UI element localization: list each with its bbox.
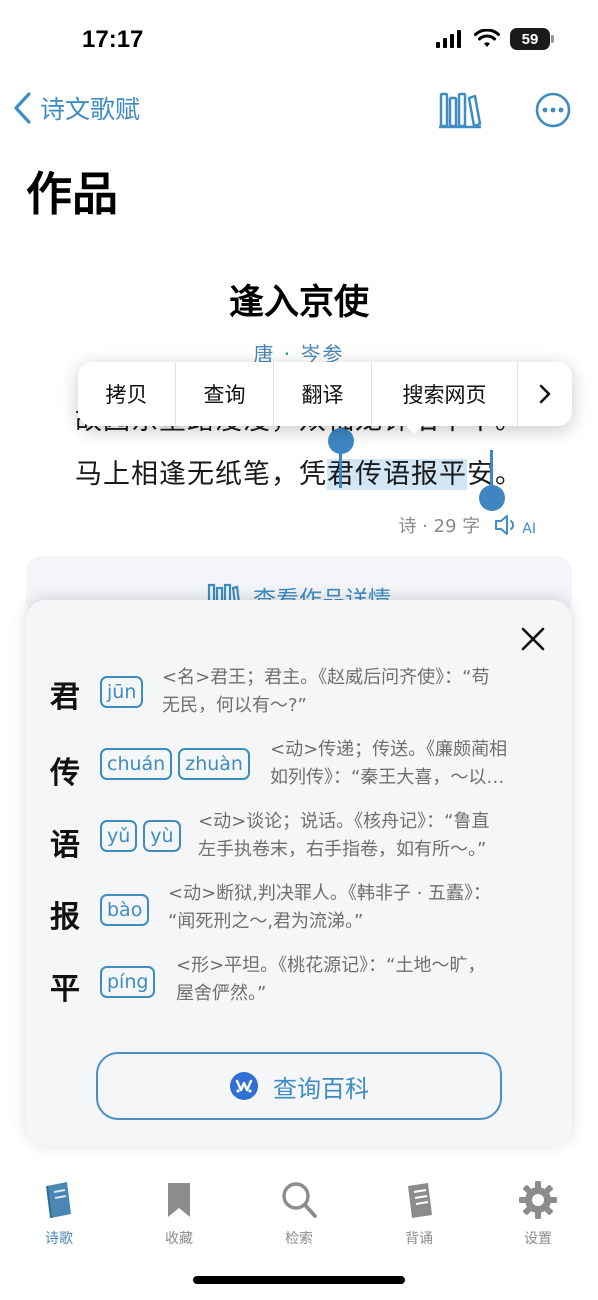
wiki-lookup-label: 查询百科	[273, 1074, 369, 1103]
menu-item-translate[interactable]: 翻译	[274, 362, 372, 426]
nav-bar: 诗文歌赋	[0, 86, 598, 136]
tab-label: 设置	[524, 1231, 552, 1247]
close-icon[interactable]	[518, 624, 548, 654]
tab-favorites[interactable]: 收藏	[139, 1180, 219, 1248]
ai-label: AI	[522, 521, 536, 537]
library-icon[interactable]	[438, 90, 482, 130]
tab-label: 检索	[285, 1231, 313, 1247]
pinyin-list: jūn	[100, 676, 144, 708]
chevron-right-icon	[539, 384, 551, 404]
poem-title: 逢入京使	[228, 283, 369, 323]
tab-settings[interactable]: 设置	[498, 1180, 578, 1248]
entry-char: 传	[50, 756, 80, 791]
selection-end-bar	[490, 450, 493, 488]
bookmark-icon	[168, 1183, 190, 1217]
poem-line-2[interactable]: 马上相逢无纸笔，凭君传语报平安。	[0, 452, 598, 491]
tab-search[interactable]: 检索	[259, 1180, 339, 1248]
nav-actions	[438, 90, 572, 130]
audio-ai-button[interactable]: AI	[494, 513, 536, 537]
menu-item-copy[interactable]: 拷贝	[78, 362, 176, 426]
menu-item-lookup[interactable]: 查询	[176, 362, 274, 426]
entry-char: 平	[50, 972, 80, 1007]
context-menu: 拷贝 查询 翻译 搜索网页	[78, 362, 572, 426]
poetry-book-icon	[46, 1182, 71, 1219]
tab-poetry[interactable]: 诗歌	[19, 1180, 99, 1248]
wiki-lookup-button[interactable]: 查询百科	[96, 1052, 502, 1120]
speaker-icon	[495, 515, 515, 535]
text-selection[interactable]: 君传语报平	[327, 459, 467, 490]
wifi-icon	[474, 29, 500, 47]
entry-char: 语	[50, 828, 80, 863]
pinyin-list: chuán zhuàn	[100, 748, 250, 780]
pinyin-tag[interactable]: chuán	[100, 748, 173, 780]
tab-bar: 诗歌 收藏 检索 背诵 设置	[0, 1168, 598, 1258]
search-icon	[282, 1182, 317, 1218]
status-bar: 17:17 59	[0, 0, 598, 80]
status-time: 17:17	[82, 26, 144, 53]
pinyin-tag[interactable]: yǔ	[100, 820, 138, 852]
pinyin-tag[interactable]: zhuàn	[178, 748, 250, 780]
pinyin-list: píng	[100, 966, 156, 998]
tab-recite[interactable]: 背诵	[379, 1180, 459, 1248]
page-title: 作品	[26, 167, 118, 221]
context-menu-notch	[404, 424, 424, 434]
selection-start-bar	[339, 448, 342, 488]
battery-indicator: 59	[510, 28, 554, 50]
signal-icon	[436, 30, 461, 48]
entry-definition: <名>君王；君主。《赵威后问齐使》：“苟 无民，何以有～?”	[162, 667, 490, 716]
back-label: 诗文歌赋	[40, 95, 141, 124]
entry-definition: <形>平坦。《桃花源记》：“土地～旷， 屋舍俨然。”	[176, 955, 486, 1004]
wiki-logo-icon	[230, 1072, 258, 1100]
pinyin-list: bào	[100, 894, 150, 926]
tab-label: 收藏	[165, 1231, 193, 1247]
pinyin-list: yǔ yù	[100, 820, 181, 852]
dictionary-popup: 君 jūn <名>君王；君主。《赵威后问齐使》：“苟 无民，何以有～?” 传 c…	[26, 600, 572, 1146]
more-options-icon[interactable]	[534, 91, 572, 129]
poem-meta-text: 诗 · 29 字	[398, 516, 481, 537]
entry-definition: <动>谈论；说话。《核舟记》：“鲁直 左手执卷末，右手指卷，如有所～。”	[198, 811, 490, 860]
tab-label: 诗歌	[45, 1231, 73, 1247]
poem-meta: 诗 · 29 字 AI	[398, 512, 536, 538]
chevron-left-icon	[14, 92, 31, 124]
pinyin-tag[interactable]: bào	[100, 894, 150, 926]
home-indicator[interactable]	[193, 1276, 405, 1284]
menu-item-search-web[interactable]: 搜索网页	[372, 362, 518, 426]
entry-definition: <动>断狱,判决罪人。《韩非子 · 五蠹》： “闻死刑之～,君为流涕。”	[168, 883, 492, 932]
status-icons: 59	[436, 28, 554, 50]
entry-char: 君	[50, 680, 80, 715]
entry-char: 报	[50, 900, 80, 935]
menu-more-button[interactable]	[518, 362, 572, 426]
pinyin-tag[interactable]: yù	[143, 820, 181, 852]
poem-line-2-pre: 马上相逢无纸笔，凭	[75, 459, 327, 490]
pinyin-tag[interactable]: jūn	[100, 676, 144, 708]
back-button[interactable]: 诗文歌赋	[12, 90, 140, 126]
recite-book-icon	[408, 1183, 432, 1218]
selection-end-handle[interactable]	[479, 485, 505, 511]
tab-label: 背诵	[405, 1231, 433, 1247]
pinyin-tag[interactable]: píng	[100, 966, 156, 998]
gear-icon	[519, 1181, 557, 1219]
entry-definition: <动>传递；传送。《廉颇蔺相 如列传》：“秦王大喜，～以…	[270, 739, 508, 788]
